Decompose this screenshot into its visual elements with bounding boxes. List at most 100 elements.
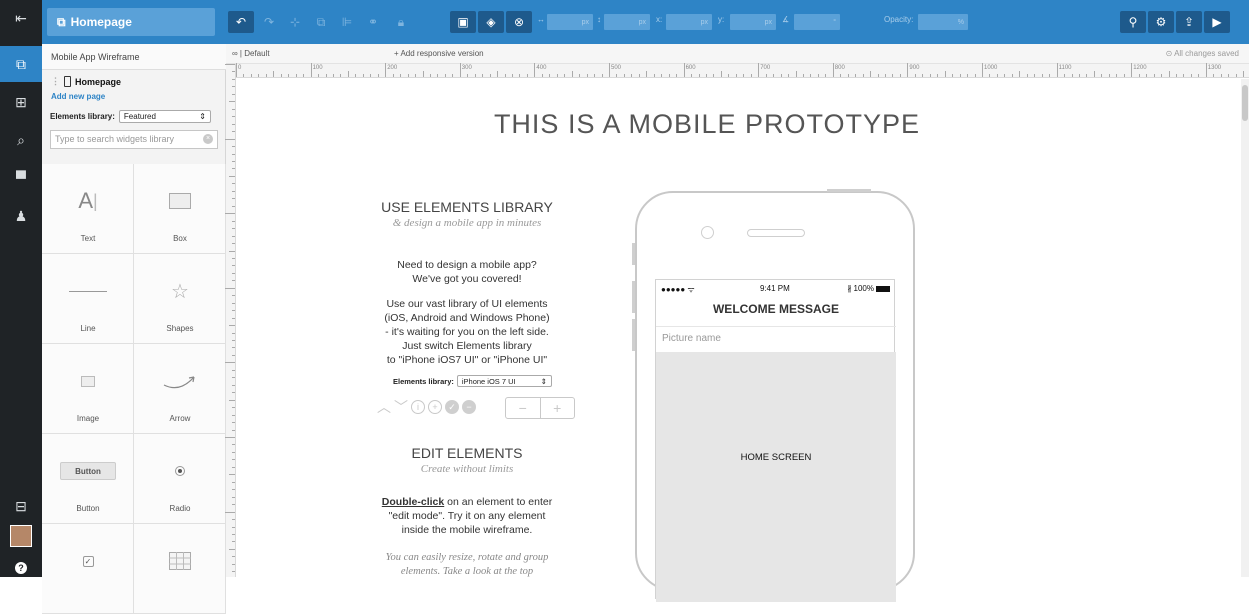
- ruler-tick: [232, 183, 235, 185]
- x-field[interactable]: px: [666, 14, 712, 30]
- ruler-tick: [743, 74, 745, 77]
- play-icon[interactable]: ▶: [1204, 11, 1230, 33]
- scrollbar-thumb[interactable]: [1242, 85, 1248, 121]
- ruler-tick: [1019, 71, 1021, 77]
- select-icon[interactable]: ⊹: [282, 11, 308, 33]
- minus-circle-icon: −: [462, 400, 476, 414]
- design-canvas[interactable]: THIS IS A MOBILE PROTOTYPE USE ELEMENTS …: [237, 79, 1241, 602]
- page-selector-button[interactable]: ⧉ Homepage: [47, 8, 215, 36]
- widget-checkbox[interactable]: ✓: [42, 524, 134, 614]
- search-icon[interactable]: ⌕: [0, 122, 42, 158]
- prototype-headline[interactable]: THIS IS A MOBILE PROTOTYPE: [417, 109, 997, 140]
- redo-icon[interactable]: ↷: [256, 11, 282, 33]
- comments-icon[interactable]: ▀: [0, 160, 42, 196]
- add-responsive-version-link[interactable]: + Add responsive version: [394, 49, 484, 58]
- ruler-tick: [232, 340, 235, 342]
- user-icon[interactable]: ♟: [0, 198, 42, 234]
- ruler-tick: [232, 131, 235, 133]
- image-icon[interactable]: ▣: [450, 11, 476, 33]
- widget-box[interactable]: Box: [134, 164, 226, 254]
- link-icon[interactable]: ⚭: [360, 11, 386, 33]
- widget-button[interactable]: Button Button: [42, 434, 134, 524]
- ruler-tick: [1026, 74, 1028, 77]
- help-icon[interactable]: ?: [0, 550, 42, 586]
- ruler-tick: [519, 74, 521, 77]
- height-label: ↕: [597, 15, 601, 24]
- widget-arrow[interactable]: Arrow: [134, 344, 226, 434]
- library-widget-preview[interactable]: Elements library: iPhone iOS 7 UI ⇕: [393, 375, 552, 387]
- welcome-heading[interactable]: WELCOME MESSAGE: [656, 302, 896, 316]
- align-icon[interactable]: ⊫: [334, 11, 360, 33]
- widget-label: Radio: [169, 504, 191, 513]
- canvas-scrollbar[interactable]: [1241, 79, 1249, 577]
- iphone-frame[interactable]: ●●●●● ᯤ 9:41 PM ∦ 100% WELCOME MESSAGE P…: [632, 189, 915, 602]
- ruler-tick: [661, 74, 663, 77]
- battery-status: ∦ 100%: [848, 284, 890, 293]
- opacity-field[interactable]: %: [918, 14, 968, 30]
- widget-table[interactable]: [134, 524, 226, 614]
- ruler-label: 100: [312, 65, 323, 71]
- widget-text[interactable]: A | Text: [42, 164, 134, 254]
- simulate-icon[interactable]: ⚲: [1120, 11, 1146, 33]
- resize-paragraph[interactable]: You can easily resize, rotate and group …: [337, 551, 597, 579]
- height-unit: px: [638, 18, 646, 26]
- ruler-tick: [444, 74, 446, 77]
- rotation-field[interactable]: °: [794, 14, 840, 30]
- y-field[interactable]: px: [730, 14, 776, 30]
- ruler-tick: [232, 384, 235, 386]
- phone-volume-up: [632, 281, 635, 313]
- widget-line[interactable]: Line: [42, 254, 134, 344]
- avatar[interactable]: [0, 518, 42, 554]
- widget-image[interactable]: Image: [42, 344, 134, 434]
- home-screen-placeholder[interactable]: HOME SCREEN: [656, 352, 896, 602]
- picture-name-field[interactable]: Picture name: [656, 326, 896, 352]
- add-new-page-link[interactable]: Add new page: [51, 92, 105, 101]
- mask-icon[interactable]: ⊗: [506, 11, 532, 33]
- ruler-tick: [616, 74, 618, 77]
- widget-label: Arrow: [169, 414, 191, 423]
- collapse-icon[interactable]: ⇤: [0, 0, 42, 36]
- widget-search-input[interactable]: Type to search widgets library ×: [50, 130, 218, 149]
- clear-search-icon[interactable]: ×: [203, 134, 213, 144]
- components-icon[interactable]: ⊞: [0, 84, 42, 120]
- widget-radio[interactable]: Radio: [134, 434, 226, 524]
- library-paragraph[interactable]: Use our vast library of UI elements (iOS…: [337, 297, 597, 367]
- section-title-edit[interactable]: EDIT ELEMENTS: [337, 445, 597, 461]
- gear-icon[interactable]: ⚙: [1148, 11, 1174, 33]
- ruler-tick: [855, 74, 857, 77]
- section-title-library[interactable]: USE ELEMENTS LIBRARY: [337, 199, 597, 215]
- ruler-tick: [310, 63, 312, 77]
- add-circle-icon: +: [428, 400, 442, 414]
- section-subtitle-library[interactable]: & design a mobile app in minutes: [337, 217, 597, 229]
- ruler-tick: [1034, 74, 1036, 77]
- share-icon[interactable]: ⇪: [1176, 11, 1202, 33]
- page-list-item[interactable]: ⋮ Homepage: [51, 76, 121, 87]
- ruler-tick: [705, 74, 707, 77]
- ruler-tick: [623, 74, 625, 77]
- edit-paragraph[interactable]: Double-click on an element to enter "edi…: [337, 495, 597, 537]
- ruler-tick: [1108, 74, 1110, 77]
- widget-shapes[interactable]: ☆ Shapes: [134, 254, 226, 344]
- ruler-tick: [355, 74, 357, 77]
- library-preview-select[interactable]: iPhone iOS 7 UI ⇕: [456, 375, 552, 387]
- library-select[interactable]: Featured ⇕: [118, 110, 211, 123]
- stepper-preview[interactable]: − +: [505, 397, 575, 419]
- layers-icon[interactable]: ◈: [478, 11, 504, 33]
- ios-glyph-row[interactable]: ︿ ﹀ i + ✓ −: [377, 397, 476, 417]
- drag-handle-icon[interactable]: ⋮: [51, 76, 60, 87]
- ruler-tick: [967, 74, 969, 77]
- phone-screen[interactable]: ●●●●● ᯤ 9:41 PM ∦ 100% WELCOME MESSAGE P…: [655, 279, 896, 602]
- pages-icon[interactable]: ⧉: [0, 46, 42, 82]
- tab-default[interactable]: ∞ | Default: [232, 49, 270, 58]
- ruler-tick: [407, 74, 409, 77]
- duplicate-icon[interactable]: ⧉: [308, 11, 334, 33]
- section-subtitle-edit[interactable]: Create without limits: [337, 463, 597, 475]
- ruler-tick: [526, 74, 528, 77]
- undo-icon[interactable]: ↶: [228, 11, 254, 33]
- ruler-tick: [232, 160, 235, 162]
- lock-icon[interactable]: 🔒︎: [388, 11, 414, 33]
- width-field[interactable]: px: [547, 14, 593, 30]
- intro-paragraph[interactable]: Need to design a mobile app? We've got y…: [337, 258, 597, 286]
- ruler-tick: [232, 451, 235, 453]
- height-field[interactable]: px: [604, 14, 650, 30]
